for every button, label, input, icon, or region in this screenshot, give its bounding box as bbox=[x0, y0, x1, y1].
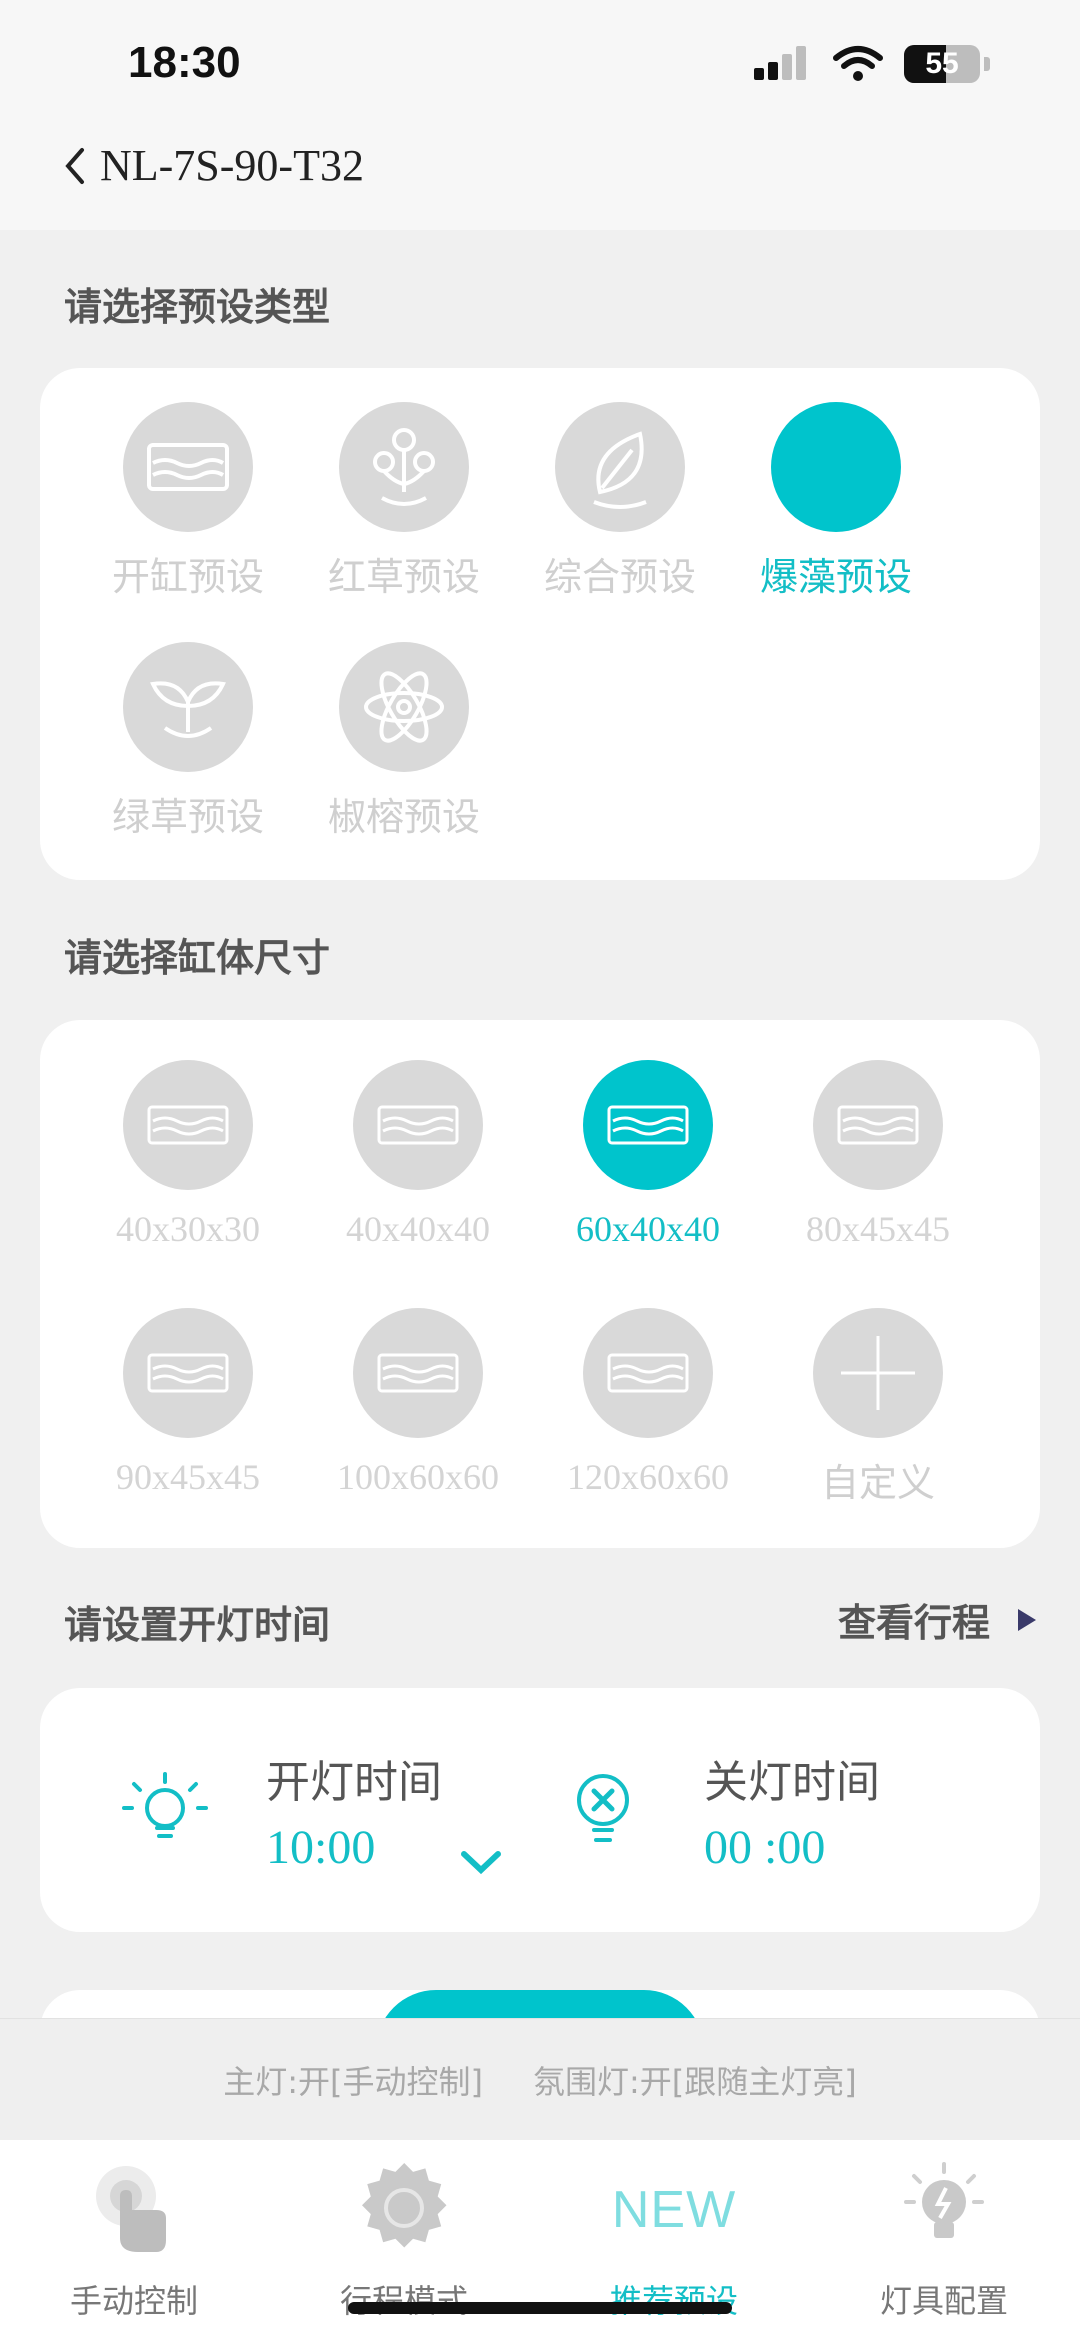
size-label: 40x40x40 bbox=[346, 1209, 490, 1249]
preset-type-card: 开缸预设 红草预设 综合预设 爆藻预设 绿草预设 椒榕预设 bbox=[40, 368, 1040, 880]
preset-option-red-plant[interactable]: 红草预设 bbox=[294, 402, 514, 601]
size-option-60x40x40[interactable]: 60x40x40 bbox=[538, 1060, 758, 1250]
tank-icon bbox=[123, 1060, 253, 1190]
status-time: 18:30 bbox=[128, 38, 241, 87]
light-off-icon bbox=[577, 1774, 629, 1842]
size-label: 80x45x45 bbox=[806, 1209, 950, 1249]
device-title: NL-7S-90-T32 bbox=[100, 141, 364, 190]
size-label: 120x60x60 bbox=[567, 1457, 729, 1497]
tab-label: 行程模式 bbox=[339, 2282, 468, 2320]
size-option-40x30x30[interactable]: 40x30x30 bbox=[78, 1060, 298, 1250]
size-label: 90x45x45 bbox=[116, 1457, 260, 1497]
light-status-strip: 主灯:开[手动控制] 氛围灯:开[跟随主灯亮] bbox=[0, 2018, 1080, 2140]
main-light-status: 主灯:开[手动控制] bbox=[223, 2062, 483, 2101]
preset-label: 爆藻预设 bbox=[759, 555, 912, 599]
size-label: 60x40x40 bbox=[576, 1209, 720, 1249]
preset-option-pepper[interactable]: 椒榕预设 bbox=[294, 642, 514, 841]
size-option-120x60x60[interactable]: 120x60x60 bbox=[538, 1308, 758, 1498]
preset-label: 绿草预设 bbox=[111, 795, 264, 839]
size-label: 自定义 bbox=[820, 1461, 935, 1505]
gear-icon bbox=[362, 2163, 447, 2248]
tab-recommended-presets[interactable]: NEW 推荐预设 bbox=[564, 2160, 784, 2322]
algae-icon bbox=[771, 402, 901, 532]
light-off-group[interactable]: 关灯时间 00 :00 bbox=[704, 1746, 880, 1875]
preset-option-open-tank[interactable]: 开缸预设 bbox=[78, 402, 298, 601]
plus-icon bbox=[813, 1308, 943, 1438]
preset-label: 红草预设 bbox=[327, 555, 480, 599]
tank-icon bbox=[583, 1060, 713, 1190]
tab-label: 手动控制 bbox=[69, 2282, 198, 2320]
tank-icon bbox=[123, 402, 253, 532]
light-time-card: 开灯时间 10:00 关灯时间 00 :00 bbox=[40, 1688, 1040, 1932]
home-indicator[interactable] bbox=[348, 2302, 732, 2314]
tank-icon bbox=[353, 1308, 483, 1438]
view-schedule-label: 查看行程 bbox=[837, 1601, 990, 1645]
tank-icon bbox=[583, 1308, 713, 1438]
tab-label: 灯具配置 bbox=[879, 2282, 1008, 2320]
size-option-100x60x60[interactable]: 100x60x60 bbox=[308, 1308, 528, 1498]
tab-label: 推荐预设 bbox=[609, 2282, 738, 2320]
light-time-title: 请设置开灯时间 bbox=[64, 1603, 331, 1647]
touch-icon bbox=[96, 2166, 166, 2252]
preset-option-mixed[interactable]: 综合预设 bbox=[510, 402, 730, 601]
wifi-icon bbox=[833, 46, 883, 81]
tab-manual-control[interactable]: 手动控制 bbox=[24, 2160, 244, 2322]
cellular-signal-icon bbox=[754, 46, 806, 80]
tank-icon bbox=[353, 1060, 483, 1190]
tank-size-card: 40x30x30 40x40x40 60x40x40 80x45x45 90x4… bbox=[40, 1020, 1040, 1548]
tank-size-title: 请选择缸体尺寸 bbox=[64, 936, 331, 980]
atom-icon bbox=[339, 642, 469, 772]
light-on-group[interactable]: 开灯时间 10:00 bbox=[266, 1746, 442, 1875]
sprout-icon bbox=[123, 642, 253, 772]
tank-icon bbox=[123, 1308, 253, 1438]
light-on-icon bbox=[122, 1772, 208, 1838]
tab-schedule-mode[interactable]: 行程模式 bbox=[294, 2160, 514, 2322]
size-option-90x45x45[interactable]: 90x45x45 bbox=[78, 1308, 298, 1498]
new-badge-icon: NEW bbox=[611, 2181, 737, 2239]
battery-level: 55 bbox=[925, 47, 959, 80]
preset-label: 开缸预设 bbox=[111, 555, 264, 599]
battery-indicator: 55 bbox=[904, 45, 980, 83]
status-icons: 55 bbox=[752, 44, 990, 84]
size-option-40x40x40[interactable]: 40x40x40 bbox=[308, 1060, 528, 1250]
nav-header: NL-7S-90-T32 bbox=[60, 140, 364, 191]
play-arrow-icon bbox=[1018, 1608, 1036, 1631]
preset-type-title: 请选择预设类型 bbox=[64, 285, 331, 329]
preset-option-green-plant[interactable]: 绿草预设 bbox=[78, 642, 298, 841]
size-option-80x45x45[interactable]: 80x45x45 bbox=[768, 1060, 988, 1250]
tank-icon bbox=[813, 1060, 943, 1190]
battery-tip bbox=[984, 57, 990, 71]
view-schedule-link[interactable]: 查看行程 bbox=[838, 1592, 1038, 1647]
ambient-light-status: 氛围灯:开[跟随主灯亮] bbox=[533, 2062, 857, 2101]
bulb-icon bbox=[904, 2162, 984, 2238]
light-off-label: 关灯时间 bbox=[704, 1757, 880, 1808]
light-off-value: 00 :00 bbox=[704, 1821, 826, 1874]
size-label: 100x60x60 bbox=[337, 1457, 499, 1497]
preset-label: 椒榕预设 bbox=[327, 795, 480, 839]
preset-option-algae[interactable]: 爆藻预设 bbox=[726, 402, 946, 601]
back-chevron-icon[interactable] bbox=[60, 144, 90, 188]
chevron-down-icon[interactable] bbox=[458, 1848, 504, 1878]
preset-label: 综合预设 bbox=[543, 555, 696, 599]
light-on-value: 10:00 bbox=[266, 1821, 376, 1874]
tab-fixture-config[interactable]: 灯具配置 bbox=[834, 2160, 1054, 2322]
size-option-custom[interactable]: 自定义 bbox=[768, 1308, 988, 1507]
top-bar: 18:30 55 NL-7S-90-T32 bbox=[0, 0, 1080, 230]
flower-icon bbox=[339, 402, 469, 532]
leaf-icon bbox=[555, 402, 685, 532]
size-label: 40x30x30 bbox=[116, 1209, 260, 1249]
light-on-label: 开灯时间 bbox=[266, 1757, 442, 1808]
